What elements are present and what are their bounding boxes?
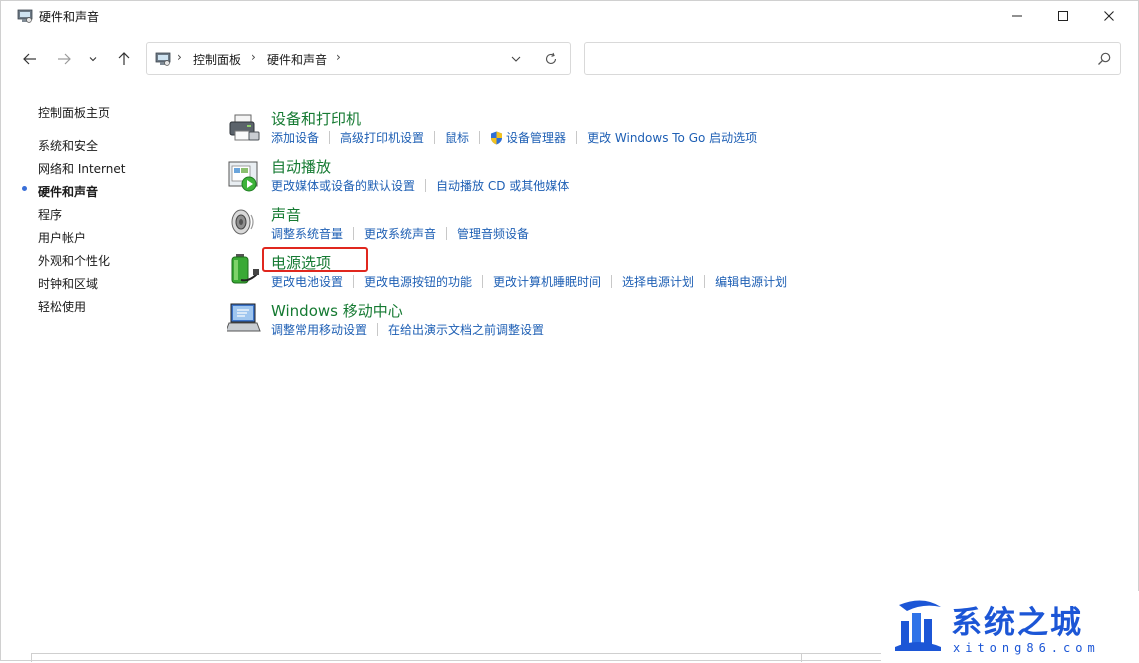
sidebar-item-hardware-sound[interactable]: 硬件和声音 <box>38 183 98 200</box>
sidebar-item-programs[interactable]: 程序 <box>38 206 62 223</box>
link-divider <box>576 131 578 144</box>
control-panel-icon <box>155 52 171 66</box>
link-divider <box>611 275 613 288</box>
minimize-icon <box>1012 15 1022 17</box>
control-panel-window: 硬件和声音 › 控制面板 › 硬件和声音 › 控制面板主页 系统和安全 网络和 … <box>0 0 1139 663</box>
close-button[interactable] <box>1086 1 1132 31</box>
back-arrow-icon <box>23 53 36 65</box>
address-bar[interactable]: › 控制面板 › 硬件和声音 › <box>146 42 571 75</box>
link-edit-power-plan[interactable]: 编辑电源计划 <box>715 273 787 290</box>
link-windows-to-go[interactable]: 更改 Windows To Go 启动选项 <box>587 129 757 146</box>
sidebar-item-network[interactable]: 网络和 Internet <box>38 160 125 177</box>
watermark-logo <box>895 600 941 651</box>
link-change-default-media[interactable]: 更改媒体或设备的默认设置 <box>271 177 415 194</box>
category-title-devices-printers[interactable]: 设备和打印机 <box>271 108 361 129</box>
breadcrumb-separator[interactable]: › <box>336 50 341 64</box>
title-bar[interactable]: 硬件和声音 <box>1 1 1138 33</box>
category-links-power-options: 更改电池设置 更改电源按钮的功能 更改计算机睡眠时间 选择电源计划 编辑电源计划 <box>271 273 787 290</box>
back-button[interactable] <box>19 48 41 70</box>
watermark-url: xitong86.com <box>953 641 1100 655</box>
recent-locations-button[interactable] <box>85 48 101 70</box>
link-add-device[interactable]: 添加设备 <box>271 129 319 146</box>
close-icon <box>1104 11 1114 21</box>
speaker-icon <box>231 209 254 235</box>
link-adjust-mobility-settings[interactable]: 调整常用移动设置 <box>271 321 367 338</box>
category-title-mobility-center[interactable]: Windows 移动中心 <box>271 300 403 321</box>
address-dropdown-button[interactable] <box>507 50 525 68</box>
printer-icon <box>229 114 260 141</box>
search-box[interactable] <box>584 42 1121 75</box>
search-input[interactable] <box>591 49 1085 69</box>
link-divider <box>434 131 436 144</box>
link-change-system-sounds[interactable]: 更改系统声音 <box>364 225 436 242</box>
sidebar-home-link[interactable]: 控制面板主页 <box>38 104 110 121</box>
link-mouse[interactable]: 鼠标 <box>445 129 469 146</box>
link-divider <box>329 131 331 144</box>
link-divider <box>479 131 481 144</box>
link-divider <box>425 179 427 192</box>
maximize-icon <box>1058 11 1068 21</box>
link-divider <box>446 227 448 240</box>
minimize-button[interactable] <box>994 1 1040 31</box>
refresh-icon <box>545 52 557 65</box>
window-title: 硬件和声音 <box>39 10 100 24</box>
refresh-button[interactable] <box>542 50 560 68</box>
forward-arrow-icon <box>58 53 71 65</box>
chevron-down-icon <box>511 56 521 62</box>
breadcrumb-separator[interactable]: › <box>251 50 256 64</box>
battery-icon <box>231 254 259 284</box>
up-arrow-icon <box>118 52 130 65</box>
highlight-box-power-options <box>262 247 368 272</box>
watermark: 系统之城 xitong86.com <box>881 591 1139 662</box>
forward-button[interactable] <box>53 48 75 70</box>
link-manage-audio-devices[interactable]: 管理音频设备 <box>457 225 529 242</box>
breadcrumb-control-panel[interactable]: 控制面板 <box>193 51 241 68</box>
link-presentation-settings[interactable]: 在给出演示文档之前调整设置 <box>388 321 544 338</box>
current-page-bullet <box>22 186 27 191</box>
watermark-title: 系统之城 <box>951 605 1083 641</box>
up-button[interactable] <box>113 48 135 70</box>
chevron-down-icon <box>89 57 97 62</box>
link-choose-power-plan[interactable]: 选择电源计划 <box>622 273 694 290</box>
link-divider <box>353 227 355 240</box>
category-title-sound[interactable]: 声音 <box>271 204 301 225</box>
control-panel-icon <box>17 9 33 23</box>
autoplay-icon <box>228 161 258 192</box>
breadcrumb-hardware-sound[interactable]: 硬件和声音 <box>267 51 327 68</box>
sidebar-item-user-accounts[interactable]: 用户帐户 <box>38 229 86 246</box>
link-change-battery-settings[interactable]: 更改电池设置 <box>271 273 343 290</box>
link-device-manager[interactable]: 设备管理器 <box>506 129 566 146</box>
link-divider <box>377 323 379 336</box>
sidebar-item-appearance[interactable]: 外观和个性化 <box>38 252 110 269</box>
category-links-autoplay: 更改媒体或设备的默认设置 自动播放 CD 或其他媒体 <box>271 177 569 194</box>
category-links-mobility-center: 调整常用移动设置 在给出演示文档之前调整设置 <box>271 321 544 338</box>
uac-shield-icon <box>491 131 503 144</box>
breadcrumb-separator[interactable]: › <box>177 50 182 64</box>
link-divider <box>482 275 484 288</box>
category-links-devices-printers: 添加设备 高级打印机设置 鼠标 设备管理器 更改 Windows To Go 启… <box>271 129 757 146</box>
link-autoplay-cd[interactable]: 自动播放 CD 或其他媒体 <box>436 177 569 194</box>
sidebar-item-system-security[interactable]: 系统和安全 <box>38 137 98 154</box>
sidebar-item-clock-region[interactable]: 时钟和区域 <box>38 275 98 292</box>
category-title-autoplay[interactable]: 自动播放 <box>271 156 331 177</box>
bottom-edge <box>31 653 881 663</box>
search-icon[interactable] <box>1096 51 1112 67</box>
link-adjust-volume[interactable]: 调整系统音量 <box>271 225 343 242</box>
link-sleep-time[interactable]: 更改计算机睡眠时间 <box>493 273 601 290</box>
mobility-center-icon <box>227 303 261 332</box>
sidebar-item-ease-of-access[interactable]: 轻松使用 <box>38 298 86 315</box>
link-divider <box>704 275 706 288</box>
link-advanced-printer-setup[interactable]: 高级打印机设置 <box>340 129 424 146</box>
link-power-buttons[interactable]: 更改电源按钮的功能 <box>364 273 472 290</box>
link-divider <box>353 275 355 288</box>
category-links-sound: 调整系统音量 更改系统声音 管理音频设备 <box>271 225 529 242</box>
maximize-button[interactable] <box>1040 1 1086 31</box>
